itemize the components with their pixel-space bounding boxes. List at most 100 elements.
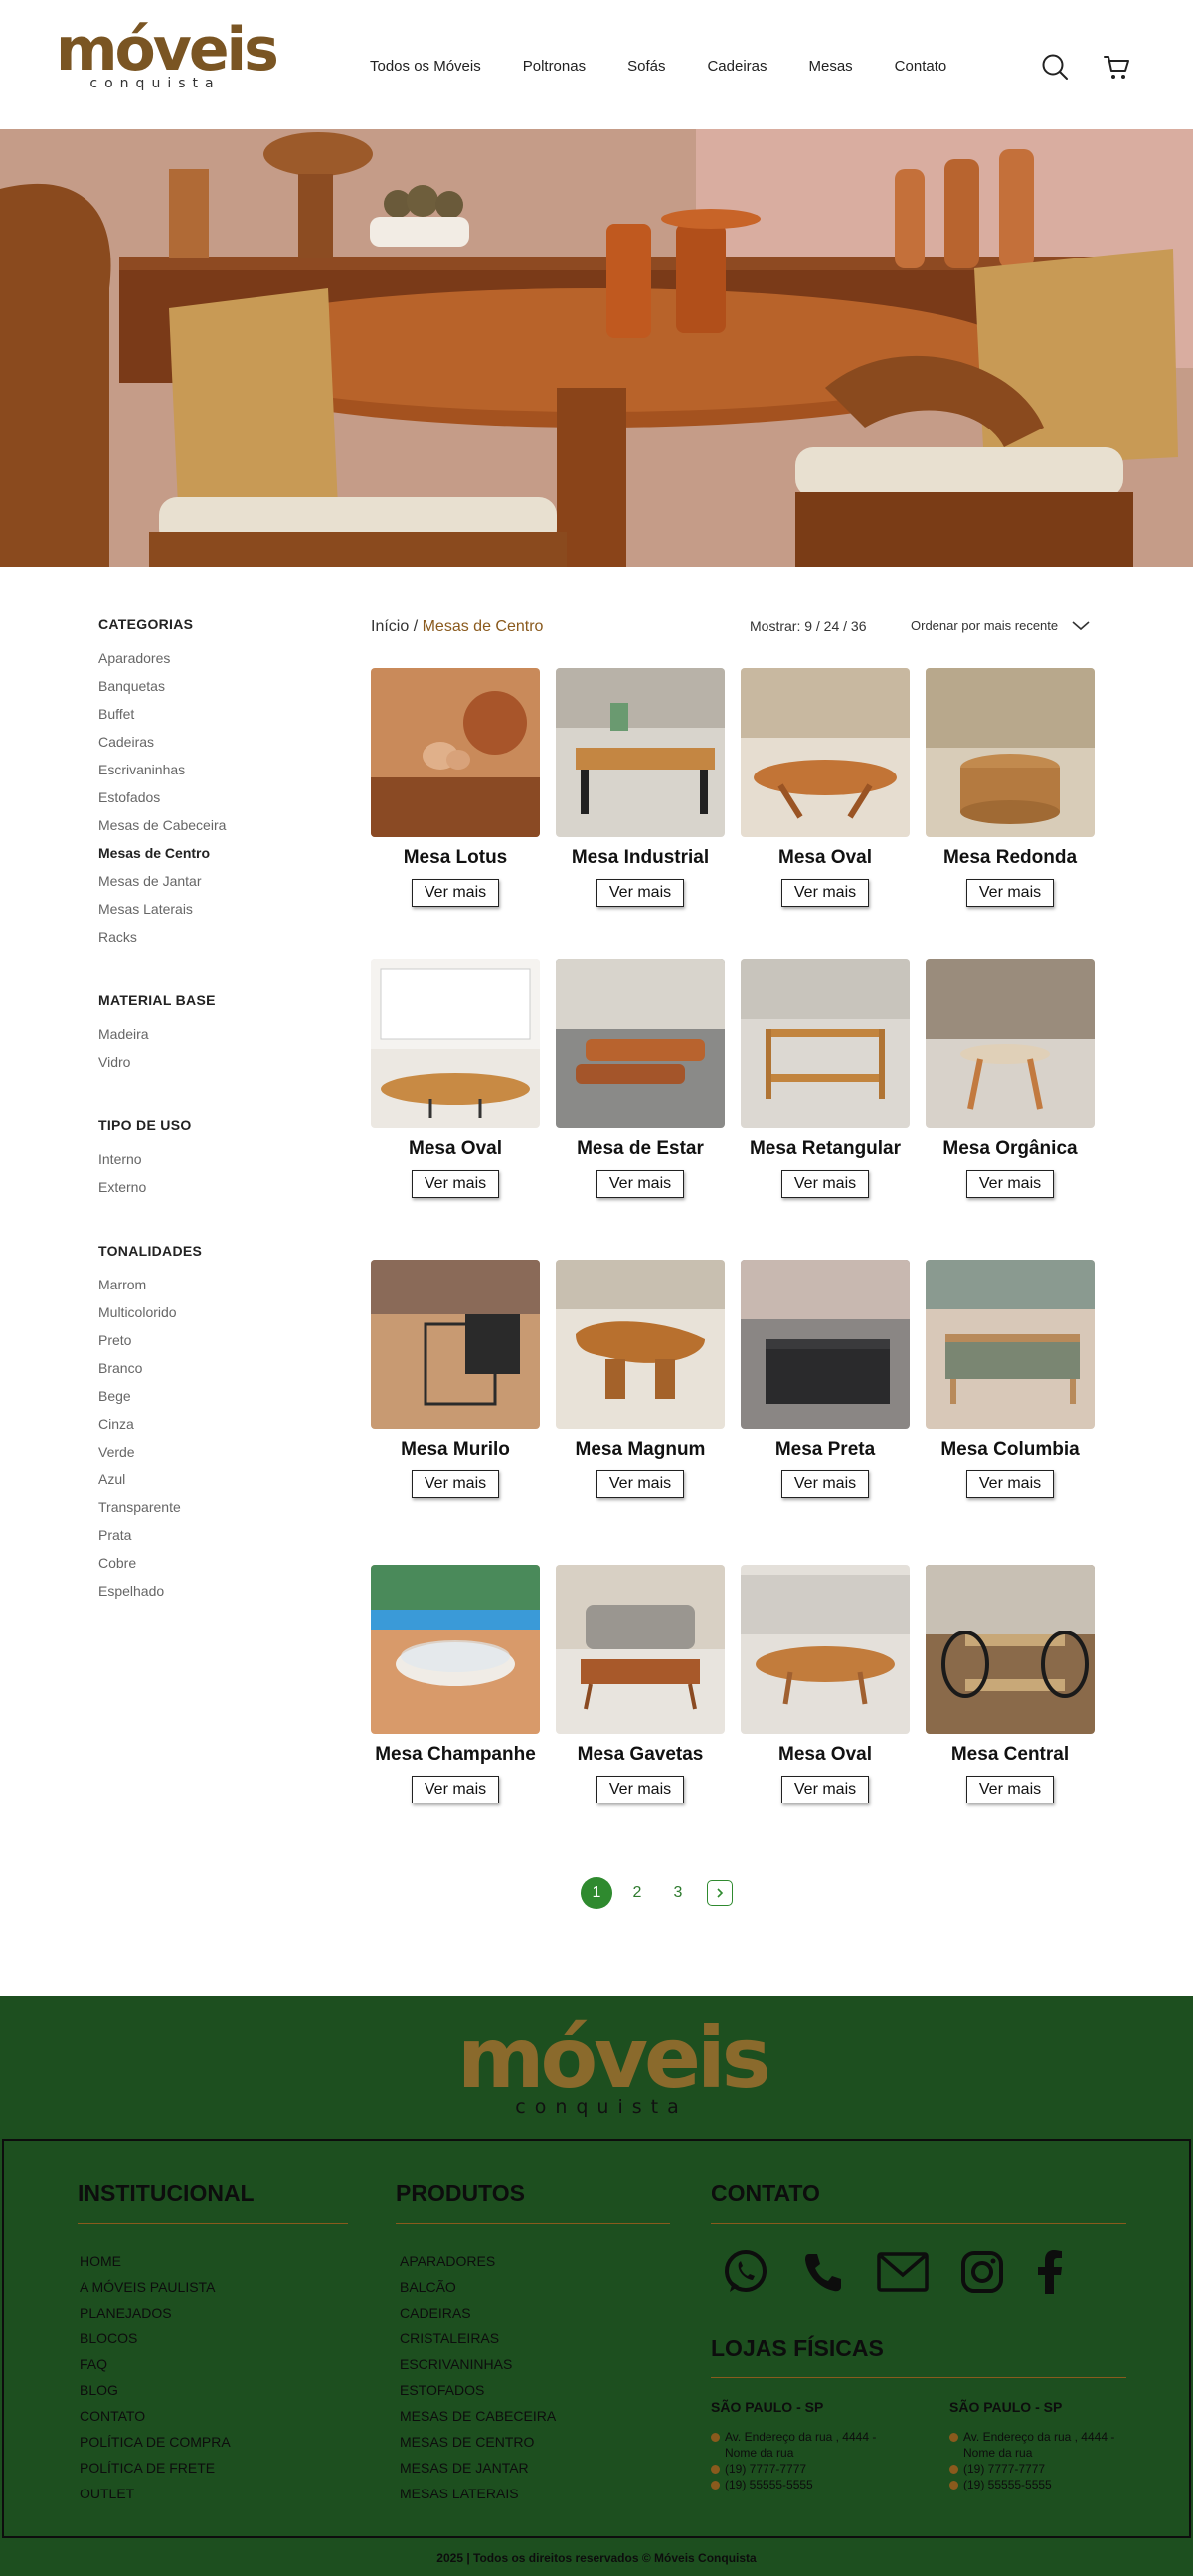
product-image[interactable] [926, 959, 1095, 1128]
footer-link-contato[interactable]: CONTATO [80, 2403, 231, 2429]
filter-item-multicolorido[interactable]: Multicolorido [98, 1298, 337, 1326]
product-image[interactable] [926, 1260, 1095, 1429]
view-more-button[interactable]: Ver mais [596, 1470, 685, 1498]
view-more-button[interactable]: Ver mais [965, 1170, 1055, 1198]
footer-link-planejados[interactable]: PLANEJADOS [80, 2300, 231, 2325]
product-image[interactable] [371, 959, 540, 1128]
view-more-button[interactable]: Ver mais [780, 879, 870, 907]
product-image[interactable] [556, 668, 725, 837]
footer-link-outlet[interactable]: OUTLET [80, 2481, 231, 2506]
view-more-button[interactable]: Ver mais [965, 879, 1055, 907]
filter-item-mesas-de-cabeceira[interactable]: Mesas de Cabeceira [98, 811, 337, 839]
product-image[interactable] [371, 1260, 540, 1429]
view-more-button[interactable]: Ver mais [780, 1170, 870, 1198]
filter-item-branco[interactable]: Branco [98, 1354, 337, 1382]
view-more-button[interactable]: Ver mais [411, 1776, 500, 1803]
view-more-button[interactable]: Ver mais [596, 1776, 685, 1803]
facebook-icon[interactable] [1036, 2250, 1066, 2299]
product-image[interactable] [741, 1565, 910, 1734]
filter-item-mesas-de-jantar[interactable]: Mesas de Jantar [98, 867, 337, 895]
footer-link-estofados[interactable]: ESTOFADOS [400, 2377, 556, 2403]
footer-link-mesas-cabeceira[interactable]: MESAS DE CABECEIRA [400, 2403, 556, 2429]
product-image[interactable] [556, 959, 725, 1128]
product-image[interactable] [371, 668, 540, 837]
nav-item-poltronas[interactable]: Poltronas [523, 58, 586, 75]
instagram-icon[interactable] [960, 2250, 1004, 2299]
footer-link-blocos[interactable]: BLOCOS [80, 2325, 231, 2351]
product-image[interactable] [371, 1565, 540, 1734]
view-more-button[interactable]: Ver mais [965, 1470, 1055, 1498]
view-more-button[interactable]: Ver mais [780, 1470, 870, 1498]
filter-item-preto[interactable]: Preto [98, 1326, 337, 1354]
filter-item-verde[interactable]: Verde [98, 1438, 337, 1465]
filter-item-mesas-de-centro[interactable]: Mesas de Centro [98, 839, 337, 867]
next-page-button[interactable] [707, 1880, 733, 1906]
sort-dropdown[interactable]: Ordenar por mais recente [911, 618, 1090, 633]
footer-link-politica-compra[interactable]: POLÍTICA DE COMPRA [80, 2429, 231, 2455]
filter-item-madeira[interactable]: Madeira [98, 1020, 337, 1048]
product-image[interactable] [741, 668, 910, 837]
view-more-button[interactable]: Ver mais [596, 879, 685, 907]
filter-item-transparente[interactable]: Transparente [98, 1493, 337, 1521]
view-more-button[interactable]: Ver mais [411, 1170, 500, 1198]
page-2-button[interactable]: 2 [621, 1877, 653, 1909]
product-image[interactable] [741, 1260, 910, 1429]
view-more-button[interactable]: Ver mais [780, 1776, 870, 1803]
filter-item-azul[interactable]: Azul [98, 1465, 337, 1493]
footer-link-politica-frete[interactable]: POLÍTICA DE FRETE [80, 2455, 231, 2481]
filter-item-externo[interactable]: Externo [98, 1173, 337, 1201]
footer-link-escrivaninhas[interactable]: ESCRIVANINHAS [400, 2351, 556, 2377]
whatsapp-icon[interactable] [722, 2248, 769, 2301]
nav-item-cadeiras[interactable]: Cadeiras [707, 58, 767, 75]
filter-item-cobre[interactable]: Cobre [98, 1549, 337, 1577]
footer-link-faq[interactable]: FAQ [80, 2351, 231, 2377]
filter-item-espelhado[interactable]: Espelhado [98, 1577, 337, 1605]
product-image[interactable] [926, 1565, 1095, 1734]
footer-link-home[interactable]: HOME [80, 2248, 231, 2274]
footer-logo[interactable]: móveis conquista [457, 2016, 771, 2118]
footer-link-mesas-laterais[interactable]: MESAS LATERAIS [400, 2481, 556, 2506]
filter-item-cinza[interactable]: Cinza [98, 1410, 337, 1438]
footer-link-cadeiras[interactable]: CADEIRAS [400, 2300, 556, 2325]
view-more-button[interactable]: Ver mais [596, 1170, 685, 1198]
filter-item-cadeiras[interactable]: Cadeiras [98, 728, 337, 756]
filter-item-mesas-laterais[interactable]: Mesas Laterais [98, 895, 337, 923]
filter-item-aparadores[interactable]: Aparadores [98, 644, 337, 672]
nav-item-mesas[interactable]: Mesas [808, 58, 852, 75]
product-image[interactable] [926, 668, 1095, 837]
footer-link-mesas-centro[interactable]: MESAS DE CENTRO [400, 2429, 556, 2455]
footer-link-blog[interactable]: BLOG [80, 2377, 231, 2403]
filter-item-bege[interactable]: Bege [98, 1382, 337, 1410]
footer-link-balcao[interactable]: BALCÃO [400, 2274, 556, 2300]
filter-item-prata[interactable]: Prata [98, 1521, 337, 1549]
filter-item-banquetas[interactable]: Banquetas [98, 672, 337, 700]
cart-icon[interactable] [1102, 52, 1131, 82]
view-more-button[interactable]: Ver mais [411, 879, 500, 907]
footer-link-cristaleiras[interactable]: CRISTALEIRAS [400, 2325, 556, 2351]
view-more-button[interactable]: Ver mais [411, 1470, 500, 1498]
product-image[interactable] [556, 1565, 725, 1734]
items-per-page[interactable]: Mostrar: 9 / 24 / 36 [750, 618, 867, 634]
footer-link-moveis-paulista[interactable]: A MÓVEIS PAULISTA [80, 2274, 231, 2300]
search-icon[interactable] [1040, 52, 1070, 82]
mail-icon[interactable] [877, 2250, 929, 2299]
filter-item-marrom[interactable]: Marrom [98, 1271, 337, 1298]
nav-item-sofas[interactable]: Sofás [627, 58, 665, 75]
footer-link-aparadores[interactable]: APARADORES [400, 2248, 556, 2274]
filter-item-buffet[interactable]: Buffet [98, 700, 337, 728]
page-3-button[interactable]: 3 [662, 1877, 694, 1909]
filter-item-interno[interactable]: Interno [98, 1145, 337, 1173]
filter-item-estofados[interactable]: Estofados [98, 783, 337, 811]
breadcrumb-home[interactable]: Início [371, 618, 409, 635]
nav-item-todos[interactable]: Todos os Móveis [370, 58, 481, 75]
product-image[interactable] [741, 959, 910, 1128]
product-image[interactable] [556, 1260, 725, 1429]
footer-link-mesas-jantar[interactable]: MESAS DE JANTAR [400, 2455, 556, 2481]
filter-item-racks[interactable]: Racks [98, 923, 337, 950]
nav-item-contato[interactable]: Contato [895, 58, 947, 75]
phone-icon[interactable] [801, 2250, 845, 2299]
view-more-button[interactable]: Ver mais [965, 1776, 1055, 1803]
filter-item-escrivaninhas[interactable]: Escrivaninhas [98, 756, 337, 783]
brand-logo[interactable]: móveis conquista [56, 20, 279, 91]
page-1-button[interactable]: 1 [581, 1877, 612, 1909]
